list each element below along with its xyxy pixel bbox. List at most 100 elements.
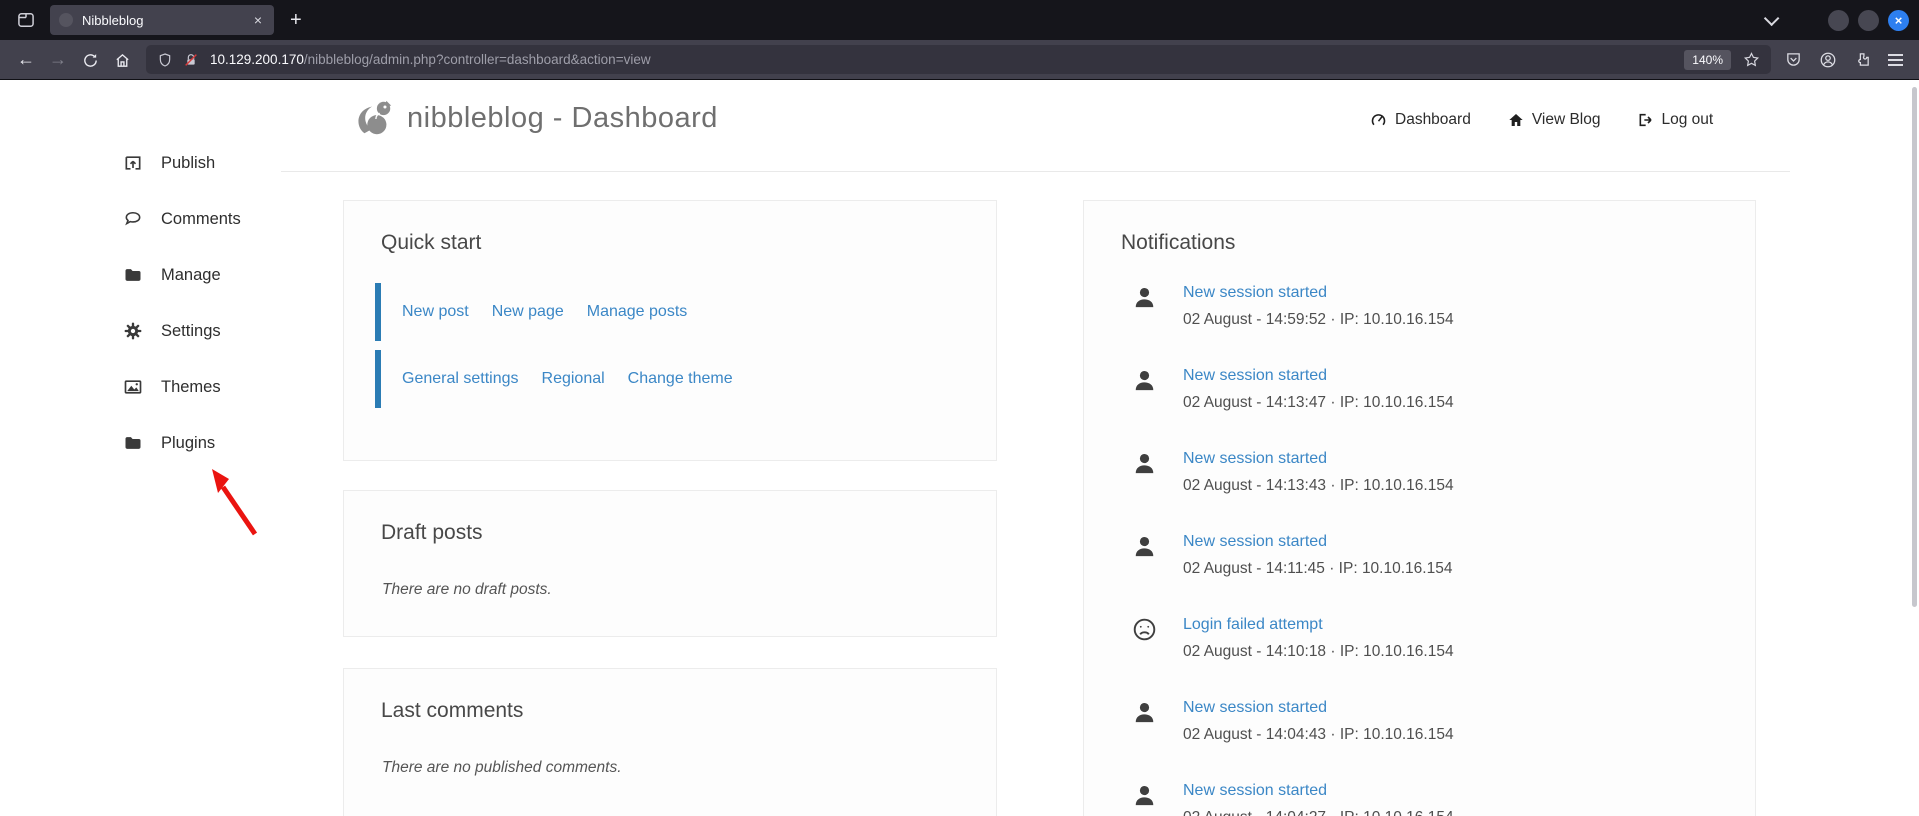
account-icon[interactable] <box>1819 51 1837 69</box>
notification-item: New session started 02 August - 14:13:43… <box>1131 445 1755 499</box>
panel-title: Quick start <box>381 231 996 255</box>
quick-start-link[interactable]: Manage posts <box>587 303 688 320</box>
notification-title-link[interactable]: New session started <box>1183 445 1454 472</box>
notification-meta: 02 August - 14:13:43 · IP: 10.10.16.154 <box>1183 477 1454 494</box>
draft-posts-empty-text: There are no draft posts. <box>382 581 996 599</box>
sidebar-label: Manage <box>161 266 221 285</box>
notification-item: New session started 02 August - 14:13:47… <box>1131 362 1755 416</box>
notification-item: Login failed attempt 02 August - 14:10:1… <box>1131 611 1755 665</box>
window-close-button[interactable]: × <box>1888 10 1909 31</box>
user-icon <box>1131 298 1158 315</box>
last-comments-empty-text: There are no published comments. <box>382 759 996 777</box>
nav-label: Log out <box>1661 111 1713 129</box>
header-divider <box>281 171 1790 172</box>
dashboard-gauge-icon <box>1370 112 1387 129</box>
nav-dashboard[interactable]: Dashboard <box>1370 111 1471 129</box>
page-content: Publish Comments Manage <box>0 81 1919 816</box>
list-all-tabs-chevron-icon[interactable] <box>1764 10 1780 26</box>
insecure-lock-icon[interactable] <box>183 52 199 68</box>
nav-label: View Blog <box>1532 111 1601 129</box>
nav-view-blog[interactable]: View Blog <box>1508 111 1601 129</box>
themes-image-icon <box>122 377 144 397</box>
notifications-list: New session started 02 August - 14:59:52… <box>1131 279 1755 816</box>
tab-close-icon[interactable]: × <box>251 12 265 28</box>
notification-title-link[interactable]: New session started <box>1183 777 1454 804</box>
window-maximize-button[interactable] <box>1858 10 1879 31</box>
folder-icon <box>122 433 144 453</box>
quick-start-rows: New post New page Manage posts General sett… <box>375 283 996 408</box>
extensions-puzzle-icon[interactable] <box>1854 51 1871 68</box>
quick-start-link[interactable]: New post <box>402 303 469 320</box>
tab-title: Nibbleblog <box>82 13 251 28</box>
log-out-icon <box>1637 112 1653 128</box>
last-comments-panel: Last comments There are no published com… <box>343 668 997 816</box>
folder-icon <box>122 265 144 285</box>
panel-title: Draft posts <box>381 521 996 545</box>
sidebar-item-plugins[interactable]: Plugins <box>122 429 241 457</box>
browser-tab[interactable]: Nibbleblog × <box>50 5 274 35</box>
notification-item: New session started 02 August - 14:04:27… <box>1131 777 1755 816</box>
forward-button[interactable]: → <box>42 49 74 70</box>
sidebar-item-settings[interactable]: Settings <box>122 317 241 345</box>
quick-start-panel: Quick start New post New page Manage posts… <box>343 200 997 461</box>
menu-hamburger-icon[interactable] <box>1888 54 1903 66</box>
bookmark-star-icon[interactable] <box>1743 51 1760 68</box>
home-icon <box>1508 112 1524 128</box>
user-icon <box>1131 796 1158 813</box>
sidebar: Publish Comments Manage <box>122 149 241 457</box>
notification-title-link[interactable]: Login failed attempt <box>1183 611 1454 638</box>
url-bar[interactable]: 10.129.200.170/nibbleblog/admin.php?cont… <box>146 45 1771 74</box>
notification-title-link[interactable]: New session started <box>1183 694 1454 721</box>
page-scrollbar-thumb[interactable] <box>1912 87 1917 607</box>
page-title: nibbleblog - Dashboard <box>407 102 718 135</box>
publish-icon <box>122 153 144 173</box>
quick-start-row: New post New page Manage posts <box>375 283 996 341</box>
pocket-icon[interactable] <box>1785 51 1802 68</box>
browser-tab-bar: Nibbleblog × + × <box>0 0 1919 40</box>
comments-icon <box>122 209 144 229</box>
notification-title-link[interactable]: New session started <box>1183 362 1454 389</box>
panel-title: Notifications <box>1121 231 1755 255</box>
quick-start-link[interactable]: General settings <box>402 370 519 387</box>
sidebar-label: Settings <box>161 322 221 341</box>
top-nav: Dashboard View Blog Log out <box>1370 111 1713 129</box>
blog-header: nibbleblog - Dashboard <box>353 97 718 139</box>
sidebar-label: Plugins <box>161 434 215 453</box>
notification-meta: 02 August - 14:11:45 · IP: 10.10.16.154 <box>1183 560 1452 577</box>
quick-start-row: General settings Regional Change theme <box>375 350 996 408</box>
zoom-level-badge[interactable]: 140% <box>1684 50 1731 70</box>
reload-button[interactable] <box>74 49 106 70</box>
notification-meta: 02 August - 14:13:47 · IP: 10.10.16.154 <box>1183 394 1454 411</box>
browser-toolbar: ← → 10.129.200.170/nibbleblog/admin.php?… <box>0 40 1919 80</box>
url-path: /nibbleblog/admin.php?controller=dashboa… <box>304 52 651 67</box>
window-minimize-button[interactable] <box>1828 10 1849 31</box>
sidebar-label: Comments <box>161 210 241 229</box>
new-tab-button[interactable]: + <box>290 9 302 32</box>
notification-title-link[interactable]: New session started <box>1183 279 1454 306</box>
tab-favicon <box>59 13 73 27</box>
notification-title-link[interactable]: New session started <box>1183 528 1452 555</box>
toolbar-right-icons <box>1785 51 1903 69</box>
notifications-panel: Notifications <box>1083 200 1756 816</box>
quick-start-link[interactable]: Regional <box>542 370 605 387</box>
sidebar-item-comments[interactable]: Comments <box>122 205 241 233</box>
annotation-arrow-to-plugins <box>195 459 275 549</box>
quick-start-link[interactable]: New page <box>492 303 564 320</box>
user-icon <box>1131 713 1158 730</box>
back-button[interactable]: ← <box>10 49 42 70</box>
nav-label: Dashboard <box>1395 111 1471 129</box>
home-button[interactable] <box>106 49 138 70</box>
sidebar-item-themes[interactable]: Themes <box>122 373 241 401</box>
sidebar-item-manage[interactable]: Manage <box>122 261 241 289</box>
quick-start-link[interactable]: Change theme <box>628 370 733 387</box>
url-host: 10.129.200.170 <box>210 52 304 67</box>
notification-meta: 02 August - 14:04:43 · IP: 10.10.16.154 <box>1183 726 1454 743</box>
shield-icon[interactable] <box>157 52 173 68</box>
notification-meta: 02 August - 14:10:18 · IP: 10.10.16.154 <box>1183 643 1454 660</box>
gear-icon <box>122 321 144 341</box>
notification-meta: 02 August - 14:59:52 · IP: 10.10.16.154 <box>1183 311 1454 328</box>
firefox-view-icon[interactable] <box>14 8 38 32</box>
sidebar-item-publish[interactable]: Publish <box>122 149 241 177</box>
sidebar-label: Themes <box>161 378 221 397</box>
nav-log-out[interactable]: Log out <box>1637 111 1713 129</box>
